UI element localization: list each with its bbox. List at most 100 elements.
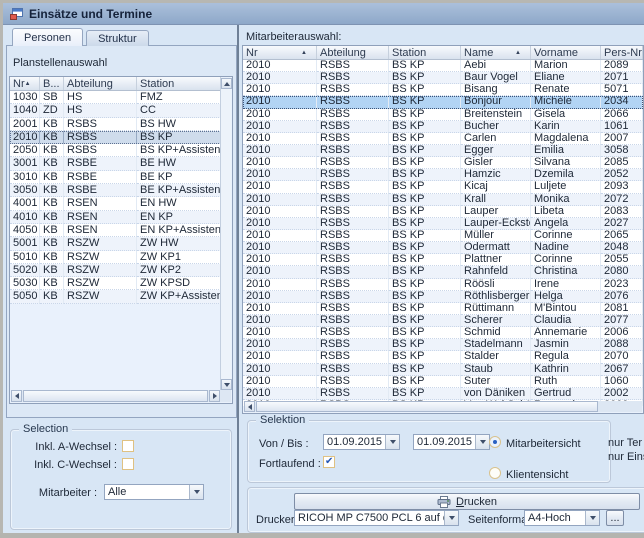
- browse-button[interactable]: ...: [606, 510, 624, 526]
- table-row[interactable]: 2010RSBSBS KPBreitensteinGisela2066: [243, 109, 643, 121]
- column-header[interactable]: Station: [389, 46, 461, 59]
- scroll-down-button[interactable]: [221, 379, 232, 390]
- table-row[interactable]: 2010RSBSBS KPBucherKarin1061: [243, 121, 643, 133]
- date-from-picker[interactable]: 01.09.2015: [323, 434, 400, 450]
- column-header[interactable]: Nr▲: [10, 77, 40, 90]
- table-row[interactable]: 2010KBRSBSBS KP: [10, 131, 221, 144]
- column-header[interactable]: Abteilung: [64, 77, 137, 90]
- drucker-value: RICOH MP C7500 PCL 6 auf domissrv01 (um: [295, 511, 444, 525]
- table-row[interactable]: 2050KBRSBSBS KP+Assistenz: [10, 144, 221, 157]
- table-cell: RSZW: [64, 251, 137, 264]
- table-cell: RSBS: [317, 303, 389, 315]
- table-row[interactable]: 2010RSBSBS KPRöösliIrene2023: [243, 279, 643, 291]
- table-row[interactable]: 2010RSBSBS KPKrallMonika2072: [243, 194, 643, 206]
- table-cell: RSBE: [64, 157, 137, 170]
- date-to-picker[interactable]: 01.09.2015: [413, 434, 490, 450]
- table-row[interactable]: 2010RSBSBS KPRüttimannM'Bintou2081: [243, 303, 643, 315]
- table-row[interactable]: 5030KBRSZWZW KPSD: [10, 277, 221, 290]
- titlebar[interactable]: Einsätze und Termine: [3, 3, 644, 25]
- scroll-left-button[interactable]: [11, 390, 22, 402]
- drucker-dropdown[interactable]: RICOH MP C7500 PCL 6 auf domissrv01 (um: [294, 510, 459, 526]
- table-row[interactable]: 2010RSBSBS KPAebiMarion2089: [243, 60, 643, 72]
- table-row[interactable]: 2010RSBSBS KPStadelmannJasmin2088: [243, 339, 643, 351]
- table-row[interactable]: 3010KBRSBEBE KP: [10, 171, 221, 184]
- klientensicht-radio[interactable]: [489, 467, 501, 479]
- table-row[interactable]: 4001KBRSENEN HW: [10, 197, 221, 210]
- table-row[interactable]: 2010RSBSBS KPCarlenMagdalena2007: [243, 133, 643, 145]
- table-row[interactable]: 2010RSBSBS KPRahnfeldChristina2080: [243, 266, 643, 278]
- table-row[interactable]: 3050KBRSBEBE KP+Assistenz: [10, 184, 221, 197]
- table-row[interactable]: 2010RSBSBS KPLauper-EcksteinAngela2027: [243, 218, 643, 230]
- table-row[interactable]: 2010RSBSBS KPStalderRegula2070: [243, 351, 643, 363]
- table-row[interactable]: 4010KBRSENEN KP: [10, 211, 221, 224]
- table-row[interactable]: 5010KBRSZWZW KP1: [10, 251, 221, 264]
- table-row[interactable]: 2010RSBSBS KPRöthlisbergerHelga2076: [243, 291, 643, 303]
- table-cell: 2010: [243, 121, 317, 133]
- column-header[interactable]: Pers-Nr: [601, 46, 643, 59]
- scroll-right-button[interactable]: [209, 390, 220, 402]
- table-cell: BS KP: [389, 303, 461, 315]
- table-row[interactable]: 2010RSBSBS KPOdermattNadine2048: [243, 242, 643, 254]
- table-row[interactable]: 2010RSBSBS KPBisangRenate5071: [243, 84, 643, 96]
- dropdown-button[interactable]: [189, 485, 203, 499]
- table-cell: RSZW: [64, 264, 137, 277]
- table-row[interactable]: 1030SBHSFMZ: [10, 91, 221, 104]
- table-row[interactable]: 2010RSBSBS KPBaur VogelEliane2071: [243, 72, 643, 84]
- table-row[interactable]: 2010RSBSBS KPBonjourMichèle2034: [243, 96, 643, 108]
- table-row[interactable]: 2010RSBSBS KPPlattnerCorinne2055: [243, 254, 643, 266]
- vertical-scrollbar[interactable]: [220, 78, 231, 390]
- table-row[interactable]: 2010RSBSBS KPHamzicDzemila2052: [243, 169, 643, 181]
- column-header[interactable]: Name▲: [461, 46, 531, 59]
- table-row[interactable]: 2010RSBSBS KPSchmidAnnemarie2006: [243, 327, 643, 339]
- scrollbar-thumb[interactable]: [256, 401, 598, 412]
- table-row[interactable]: 2010RSBSBS KPvon DänikenGertrud2002: [243, 388, 643, 400]
- table-row[interactable]: 5001KBRSZWZW HW: [10, 237, 221, 250]
- table-cell: Nadine: [531, 242, 601, 254]
- inkl-c-wechsel-checkbox[interactable]: [122, 458, 134, 470]
- table-cell: 2010: [243, 376, 317, 388]
- table-row[interactable]: 3001KBRSBEBE HW: [10, 157, 221, 170]
- table-row[interactable]: 2010RSBSBS KPSuterRuth1060: [243, 376, 643, 388]
- table-cell: EN HW: [137, 197, 221, 210]
- tab-personen[interactable]: Personen: [12, 28, 83, 46]
- mitarbeiter-dropdown[interactable]: Alle: [104, 484, 204, 500]
- table-row[interactable]: 5050KBRSZWZW KP+Assistenz: [10, 290, 221, 303]
- fortlaufend-checkbox[interactable]: [323, 456, 335, 468]
- dropdown-button[interactable]: [585, 511, 599, 525]
- table-row[interactable]: 2010RSBSBS KPSchererClaudia2077: [243, 315, 643, 327]
- scrollbar-thumb[interactable]: [23, 390, 208, 402]
- tab-struktur[interactable]: Struktur: [86, 30, 149, 46]
- table-row[interactable]: 4050KBRSENEN KP+Assistenz: [10, 224, 221, 237]
- table-row[interactable]: 2010RSBSBS KPLauperLibeta2083: [243, 206, 643, 218]
- inkl-a-wechsel-checkbox[interactable]: [122, 440, 134, 452]
- table-row[interactable]: 2001KBRSBSBS HW: [10, 118, 221, 131]
- table-cell: FMZ: [137, 91, 221, 104]
- mitarbeitersicht-radio[interactable]: [489, 436, 501, 448]
- horizontal-scrollbar[interactable]: [11, 390, 220, 402]
- table-row[interactable]: 5020KBRSZWZW KP2: [10, 264, 221, 277]
- inkl-c-wechsel-label: Inkl. C-Wechsel :: [11, 459, 117, 471]
- table-row[interactable]: 1040ZDHSCC: [10, 104, 221, 117]
- table-cell: 2085: [601, 157, 643, 169]
- table-row[interactable]: 2010RSBSBS KPEggerEmilia3058: [243, 145, 643, 157]
- dropdown-button[interactable]: [444, 511, 458, 525]
- table-row[interactable]: 2010RSBSBS KPStaubKathrin2067: [243, 364, 643, 376]
- column-header[interactable]: B...: [40, 77, 64, 90]
- seitenformat-dropdown[interactable]: A4-Hoch: [524, 510, 600, 526]
- table-row[interactable]: 2010RSBSBS KPKicajLuljete2093: [243, 181, 643, 193]
- column-header[interactable]: Nr▲: [243, 46, 317, 59]
- table-cell: KB: [40, 237, 64, 250]
- horizontal-scrollbar[interactable]: [244, 401, 642, 412]
- dropdown-button[interactable]: [385, 435, 399, 449]
- dropdown-button[interactable]: [475, 435, 489, 449]
- drucken-button[interactable]: Drucken: [294, 493, 640, 510]
- panel-splitter[interactable]: [237, 25, 239, 533]
- scroll-left-button[interactable]: [244, 401, 255, 412]
- column-header[interactable]: Vorname: [531, 46, 601, 59]
- table-row[interactable]: 2010RSBSBS KPGislerSilvana2085: [243, 157, 643, 169]
- table-cell: Magdalena: [531, 133, 601, 145]
- table-row[interactable]: 2010RSBSBS KPMüllerCorinne2065: [243, 230, 643, 242]
- column-header[interactable]: Station: [137, 77, 221, 90]
- column-header[interactable]: Abteilung: [317, 46, 389, 59]
- scroll-up-button[interactable]: [221, 78, 232, 89]
